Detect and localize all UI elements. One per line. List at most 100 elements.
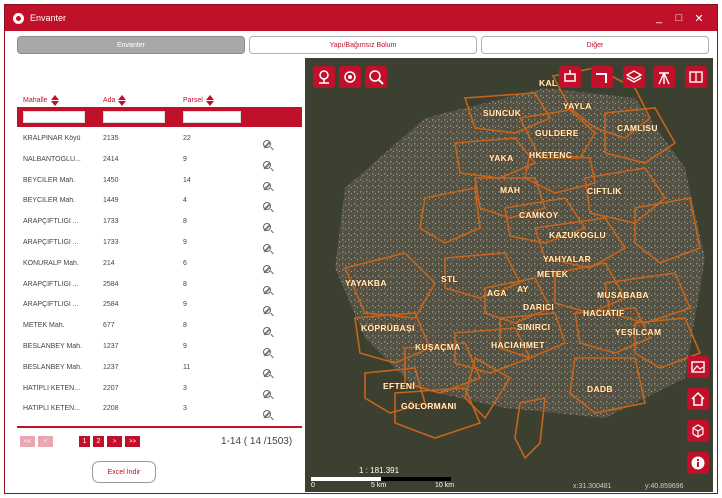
measure-tool-button[interactable] — [653, 66, 675, 88]
parsel-cell: 6 — [183, 259, 187, 267]
table-row[interactable]: KRALPINAR Köyü 2135 22 — [17, 129, 302, 150]
next-page-button[interactable]: > — [107, 436, 122, 447]
home-button[interactable] — [687, 388, 709, 410]
map-label: DADB — [587, 384, 613, 394]
info-button[interactable] — [687, 452, 709, 474]
parsel-cell: 3 — [183, 384, 187, 392]
ada-filter-input[interactable] — [103, 111, 165, 123]
zoom-to-parcel-icon[interactable] — [263, 368, 271, 377]
table-row[interactable]: ARAPÇİFTLİĞİ ... 2584 8 — [17, 275, 302, 296]
pipe-tool-button[interactable] — [591, 66, 613, 88]
zoom-to-parcel-icon[interactable] — [263, 327, 271, 336]
map-book-button[interactable] — [685, 66, 707, 88]
3d-view-button[interactable] — [687, 420, 709, 442]
table-row[interactable]: HATİPLİ KETEN... 2207 3 — [17, 379, 302, 400]
table-row[interactable]: METEK Mah. 677 8 — [17, 316, 302, 337]
parsel-cell: 8 — [183, 322, 187, 330]
table-row[interactable]: BEYCİLER Mah. 1450 14 — [17, 171, 302, 192]
tab-yapi-bagimsiz-bolum[interactable]: Yapı/Bağımsız Bolum — [249, 36, 477, 54]
parsel-cell: 11 — [183, 363, 191, 371]
table-row[interactable]: BEYCİLER Mah. 1449 4 — [17, 191, 302, 212]
map-label: YEŞİLCAM — [615, 327, 662, 337]
minimize-button[interactable]: _ — [649, 12, 669, 24]
pipe-icon — [596, 73, 607, 83]
basemap-toggle-button[interactable] — [687, 356, 709, 378]
last-page-button[interactable]: >> — [125, 436, 140, 447]
ada-cell: 2584 — [103, 301, 119, 309]
prev-page-button[interactable]: < — [38, 436, 53, 447]
zoom-to-parcel-icon[interactable] — [263, 306, 271, 315]
column-header-parsel[interactable]: Parsel — [183, 95, 215, 106]
coordinate-y: y:40.859696 — [645, 483, 684, 490]
locate-parcel-tool-button[interactable] — [313, 66, 335, 88]
zoom-to-parcel-icon[interactable] — [263, 410, 271, 419]
excel-download-button[interactable]: Excel İndir — [92, 461, 156, 483]
tab-envanter[interactable]: Envanter — [17, 36, 245, 54]
mahalle-filter-input[interactable] — [23, 111, 85, 123]
zoom-to-parcel-icon[interactable] — [263, 264, 271, 273]
maximize-button[interactable]: □ — [669, 12, 689, 24]
zoom-to-parcel-icon[interactable] — [263, 160, 271, 169]
sort-icon[interactable] — [50, 95, 60, 106]
table-row[interactable]: KONURALP Mah. 214 6 — [17, 254, 302, 275]
tab-diger[interactable]: Diğer — [481, 36, 709, 54]
search-area-tool-button[interactable] — [365, 66, 387, 88]
parsel-cell: 8 — [183, 218, 187, 226]
parsel-cell: 9 — [183, 155, 187, 163]
map-label: YAYAKBA — [345, 278, 387, 288]
table-row[interactable]: BESLANBEY Mah. 1237 9 — [17, 337, 302, 358]
query-tool-button[interactable] — [339, 66, 361, 88]
table-row[interactable]: ARAPÇİFTLİĞİ ... 1733 8 — [17, 212, 302, 233]
map-label: KÖPRÜBAŞI — [361, 323, 415, 333]
mahalle-cell: KONURALP Mah. — [23, 259, 79, 267]
map-label: DARICI — [523, 302, 555, 312]
table-row[interactable]: ARAPÇİFTLİĞİ ... 1733 9 — [17, 233, 302, 254]
layers-button[interactable] — [623, 66, 645, 88]
page-2-button[interactable]: 2 — [93, 436, 104, 447]
zoom-to-parcel-icon[interactable] — [263, 243, 271, 252]
map-label: SINIRCI — [517, 322, 551, 332]
parsel-cell: 14 — [183, 176, 191, 184]
mahalle-cell: ARAPÇİFTLİĞİ ... — [23, 238, 79, 246]
zoom-to-parcel-icon[interactable] — [263, 202, 271, 211]
table-header: Mahalle Ada Parsel — [17, 91, 302, 107]
close-button[interactable]: ✕ — [689, 12, 709, 25]
table-row[interactable]: BESLANBEY Mah. 1237 11 — [17, 358, 302, 379]
zoom-to-parcel-icon[interactable] — [263, 347, 271, 356]
pagination-summary: 1-14 ( 14 /1503) — [221, 436, 293, 447]
network-tool-button[interactable] — [559, 66, 581, 88]
zoom-to-parcel-icon[interactable] — [263, 223, 271, 232]
layers-icon — [626, 70, 642, 83]
column-header-ada[interactable]: Ada — [103, 95, 127, 106]
table-row[interactable]: NALBANTOĞLU... 2414 9 — [17, 150, 302, 171]
title-bar: Envanter _ □ ✕ — [5, 5, 717, 31]
first-page-button[interactable]: << — [20, 436, 35, 447]
map-label: KAL — [539, 78, 558, 88]
column-header-mahalle[interactable]: Mahalle — [23, 95, 60, 106]
map-view[interactable]: KAL YAYLA SUNCUK GULDERE CAMLISU YAKA HK… — [305, 58, 713, 492]
parsel-cell: 9 — [183, 342, 187, 350]
parsel-cell: 22 — [183, 135, 191, 142]
map-label: METEK — [537, 269, 569, 279]
column-header-label: Mahalle — [23, 97, 48, 104]
sort-icon[interactable] — [205, 95, 215, 106]
map-label: CAMKOY — [519, 210, 559, 220]
column-header-label: Ada — [103, 97, 116, 104]
zoom-to-parcel-icon[interactable] — [263, 140, 271, 148]
zoom-to-parcel-icon[interactable] — [263, 285, 271, 294]
mahalle-cell: BEYCİLER Mah. — [23, 176, 76, 184]
map-label: KAZUKOGLU — [549, 230, 606, 240]
zoom-to-parcel-icon[interactable] — [263, 181, 271, 190]
scale-tick: 5 km — [371, 482, 387, 489]
sort-icon[interactable] — [118, 95, 127, 106]
map-label: YAHYALAR — [543, 254, 592, 264]
table-row[interactable]: HATİPLİ KETEN... 2208 3 — [17, 399, 302, 420]
mahalle-cell: ARAPÇİFTLİĞİ ... — [23, 280, 79, 288]
valve-icon — [564, 70, 576, 82]
table-row[interactable]: ARAPÇİFTLİĞİ ... 2584 9 — [17, 295, 302, 316]
parsel-filter-input[interactable] — [183, 111, 241, 123]
parsel-cell: 8 — [183, 280, 187, 288]
ada-cell: 2208 — [103, 405, 119, 413]
page-1-button[interactable]: 1 — [79, 436, 90, 447]
zoom-to-parcel-icon[interactable] — [263, 389, 271, 398]
